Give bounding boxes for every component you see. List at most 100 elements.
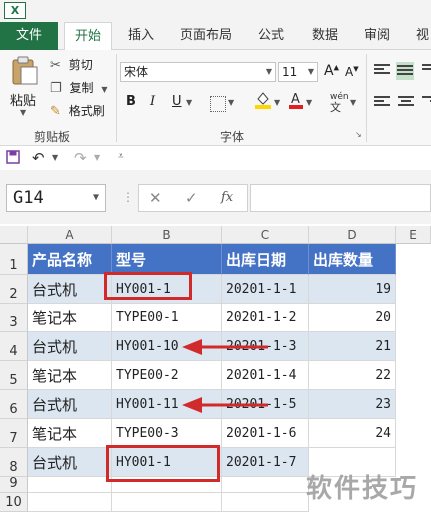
table-cell[interactable]: 笔记本 bbox=[28, 304, 112, 332]
row-header[interactable]: 6 bbox=[0, 390, 28, 419]
italic-button[interactable]: I bbox=[150, 94, 155, 109]
font-group-label: 字体 bbox=[220, 130, 245, 144]
brush-icon: ✎ bbox=[50, 104, 61, 119]
align-top-icon[interactable] bbox=[374, 64, 390, 76]
row-header[interactable]: 10 bbox=[0, 493, 28, 512]
redo-button[interactable]: ↷ bbox=[74, 149, 87, 167]
align-middle-icon[interactable] bbox=[396, 62, 414, 80]
underline-dropdown-icon[interactable]: ▼ bbox=[186, 98, 192, 107]
row-header[interactable]: 9 bbox=[0, 476, 28, 493]
shrink-font-button[interactable]: A▼ bbox=[345, 65, 359, 79]
column-header-a[interactable]: A bbox=[28, 226, 112, 244]
table-header-cell[interactable]: 型号 bbox=[112, 244, 222, 275]
underline-button[interactable]: U bbox=[172, 94, 182, 109]
font-color-button[interactable]: A bbox=[288, 90, 304, 114]
table-cell[interactable]: 20 bbox=[309, 304, 396, 332]
align-right-icon[interactable] bbox=[422, 96, 431, 108]
insert-function-icon[interactable]: fx bbox=[221, 190, 233, 205]
tab-insert[interactable]: 插入 bbox=[128, 22, 154, 50]
row-header[interactable]: 4 bbox=[0, 332, 28, 361]
customize-qat-icon[interactable]: ⩡ bbox=[118, 151, 124, 162]
row-header[interactable]: 3 bbox=[0, 304, 28, 332]
column-header-e[interactable]: E bbox=[396, 226, 431, 244]
tab-file[interactable]: 文件 bbox=[0, 22, 58, 50]
font-size-select[interactable]: 11 ▼ bbox=[278, 62, 318, 82]
clipboard-icon bbox=[12, 56, 38, 85]
tab-formulas[interactable]: 公式 bbox=[258, 22, 284, 50]
table-cell[interactable]: 台式机 bbox=[28, 332, 112, 361]
row-header[interactable]: 7 bbox=[0, 419, 28, 448]
cancel-icon[interactable]: ✕ bbox=[149, 189, 162, 207]
save-icon bbox=[6, 150, 20, 164]
column-header-d[interactable]: D bbox=[309, 226, 396, 244]
fill-color-button[interactable] bbox=[254, 90, 272, 114]
column-header-b[interactable]: B bbox=[112, 226, 222, 244]
table-cell[interactable] bbox=[222, 477, 309, 493]
align-bottom-icon[interactable] bbox=[422, 64, 431, 76]
annotation-arrow-icon bbox=[182, 339, 268, 355]
cut-button[interactable]: ✂ 剪切 bbox=[50, 56, 93, 73]
table-cell[interactable] bbox=[28, 493, 112, 512]
table-cell[interactable]: 21 bbox=[309, 332, 396, 361]
save-button[interactable] bbox=[6, 150, 20, 168]
bold-button[interactable]: B bbox=[126, 94, 136, 109]
enter-icon[interactable]: ✓ bbox=[185, 189, 198, 207]
table-cell[interactable]: TYPE00-3 bbox=[112, 419, 222, 448]
table-cell[interactable]: 笔记本 bbox=[28, 361, 112, 390]
font-dialog-launcher-icon[interactable]: ↘ bbox=[355, 130, 362, 139]
font-color-dropdown-icon[interactable]: ▼ bbox=[306, 98, 312, 107]
select-all-corner[interactable] bbox=[0, 226, 28, 244]
copy-button[interactable]: ❐ 复制 ▼ bbox=[50, 79, 107, 96]
table-header-cell[interactable]: 出库数量 bbox=[309, 244, 396, 275]
format-painter-button[interactable]: ✎ 格式刷 bbox=[50, 102, 105, 119]
align-left-icon[interactable] bbox=[374, 96, 390, 108]
table-cell[interactable] bbox=[222, 493, 309, 512]
table-cell[interactable]: TYPE00-1 bbox=[112, 304, 222, 332]
borders-dropdown-icon[interactable]: ▼ bbox=[228, 98, 234, 107]
tab-review[interactable]: 审阅 bbox=[364, 22, 390, 50]
table-cell[interactable]: 23 bbox=[309, 390, 396, 419]
tab-page-layout[interactable]: 页面布局 bbox=[180, 22, 232, 50]
undo-dropdown-icon[interactable]: ▼ bbox=[52, 153, 58, 162]
table-cell[interactable]: 20201-1-4 bbox=[222, 361, 309, 390]
align-center-icon[interactable] bbox=[398, 96, 414, 108]
phonetic-guide-button[interactable]: wén 文 bbox=[330, 92, 349, 113]
row-header[interactable]: 5 bbox=[0, 361, 28, 390]
fill-color-dropdown-icon[interactable]: ▼ bbox=[274, 98, 280, 107]
row-header[interactable]: 1 bbox=[0, 244, 28, 275]
borders-icon[interactable] bbox=[210, 96, 226, 112]
table-cell[interactable] bbox=[112, 493, 222, 512]
table-header-cell[interactable]: 产品名称 bbox=[28, 244, 112, 275]
watermark: 软件技巧 bbox=[306, 474, 419, 504]
column-header-c[interactable]: C bbox=[222, 226, 309, 244]
table-cell[interactable]: 19 bbox=[309, 275, 396, 304]
tab-view[interactable]: 视 bbox=[416, 22, 429, 50]
phonetic-dropdown-icon[interactable]: ▼ bbox=[350, 98, 356, 107]
tab-data[interactable]: 数据 bbox=[312, 22, 338, 50]
undo-button[interactable]: ↶ bbox=[32, 149, 45, 167]
name-box[interactable]: G14 ▼ bbox=[6, 184, 106, 212]
table-cell[interactable]: 笔记本 bbox=[28, 419, 112, 448]
table-cell[interactable] bbox=[28, 477, 112, 493]
grow-font-button[interactable]: A▲ bbox=[324, 63, 339, 79]
formula-buttons: ✕ ✓ fx bbox=[138, 184, 248, 212]
table-cell[interactable]: TYPE00-2 bbox=[112, 361, 222, 390]
table-cell[interactable]: 20201-1-1 bbox=[222, 275, 309, 304]
redo-dropdown-icon[interactable]: ▼ bbox=[94, 153, 100, 162]
table-cell[interactable]: 20201-1-6 bbox=[222, 419, 309, 448]
font-name-select[interactable]: 宋体 ▼ bbox=[120, 62, 276, 82]
row-header[interactable]: 2 bbox=[0, 275, 28, 304]
tab-home[interactable]: 开始 bbox=[64, 22, 112, 50]
formula-input[interactable] bbox=[250, 184, 431, 212]
row-header[interactable]: 8 bbox=[0, 448, 28, 477]
table-header-cell[interactable]: 出库日期 bbox=[222, 244, 309, 275]
table-cell[interactable]: 20201-1-7 bbox=[222, 448, 309, 477]
table-cell[interactable]: 20201-1-2 bbox=[222, 304, 309, 332]
table-cell[interactable]: 24 bbox=[309, 419, 396, 448]
resize-handle-icon[interactable]: ⋮ bbox=[122, 190, 134, 204]
table-cell[interactable]: 台式机 bbox=[28, 448, 112, 477]
paste-button[interactable]: 粘贴 ▼ bbox=[8, 56, 42, 126]
table-cell[interactable]: 台式机 bbox=[28, 390, 112, 419]
table-cell[interactable]: 22 bbox=[309, 361, 396, 390]
table-cell[interactable]: 台式机 bbox=[28, 275, 112, 304]
